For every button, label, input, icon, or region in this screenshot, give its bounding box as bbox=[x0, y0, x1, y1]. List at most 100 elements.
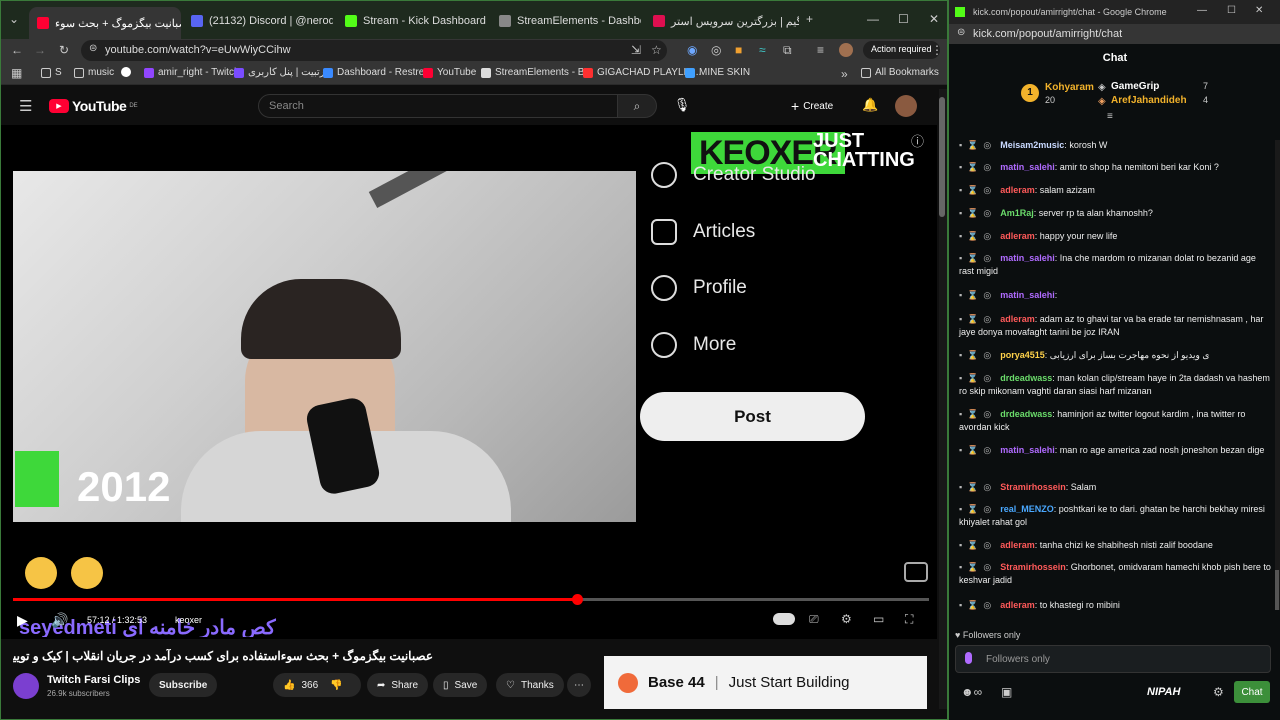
chat-username[interactable]: adleram bbox=[1000, 314, 1035, 324]
share-button[interactable]: ➦ Share bbox=[367, 673, 429, 697]
media-icon[interactable]: ≡ bbox=[817, 44, 824, 56]
subscribe-button[interactable]: Subscribe bbox=[149, 673, 218, 697]
mod-actions-icon[interactable]: ▪⌛◎ bbox=[959, 162, 996, 172]
extension-icon[interactable]: ≈ bbox=[759, 44, 766, 56]
mod-actions-icon[interactable]: ▪⌛◎ bbox=[959, 504, 996, 514]
minimize-icon[interactable]: — bbox=[867, 13, 879, 25]
avatar[interactable] bbox=[839, 43, 853, 57]
progress-scrubber[interactable] bbox=[572, 594, 583, 605]
nipah-logo[interactable]: NIPAH bbox=[1147, 686, 1180, 698]
search-input[interactable]: Search bbox=[258, 94, 618, 118]
new-tab-icon[interactable]: + bbox=[806, 13, 813, 25]
extension-icon[interactable]: ◎ bbox=[711, 44, 721, 56]
more-actions-button[interactable]: ⋯ bbox=[567, 673, 591, 697]
like-count[interactable]: 366 bbox=[301, 680, 318, 691]
window-close-icon[interactable]: ✕ bbox=[929, 13, 939, 25]
mod-actions-icon[interactable]: ▪⌛◎ bbox=[959, 409, 996, 419]
settings-gear-icon[interactable]: ⚙ bbox=[1213, 686, 1224, 698]
settings-gear-icon[interactable]: ⚙ bbox=[841, 613, 852, 625]
scrollbar-thumb[interactable] bbox=[1275, 570, 1279, 610]
expand-leaderboard-icon[interactable]: ≡ bbox=[1107, 112, 1113, 122]
autoplay-toggle[interactable] bbox=[773, 613, 795, 625]
address-bar[interactable]: ⊜ youtube.com/watch?v=eUwWiyCCihw ⇲ ☆ bbox=[81, 40, 667, 61]
mod-actions-icon[interactable]: ▪⌛◎ bbox=[959, 140, 996, 150]
apps-icon[interactable]: ▦ bbox=[11, 67, 22, 79]
extension-icon[interactable]: ■ bbox=[735, 44, 742, 56]
ad-banner[interactable]: Base 44 | Just Start Building bbox=[604, 656, 927, 709]
chat-username[interactable]: adleram bbox=[1000, 185, 1035, 195]
mod-actions-icon[interactable]: ▪⌛◎ bbox=[959, 562, 996, 572]
chat-scrollbar[interactable] bbox=[1275, 140, 1280, 610]
chat-username[interactable]: porya4515 bbox=[1000, 350, 1045, 360]
chat-username[interactable]: Am1Raj bbox=[1000, 208, 1034, 218]
tab-youtube[interactable]: عصبانیت بیگزموگ + بحث سوء ✕ bbox=[29, 7, 181, 39]
mod-actions-icon[interactable]: ▪⌛◎ bbox=[959, 540, 996, 550]
volume-icon[interactable]: 🔊 bbox=[51, 613, 68, 627]
bookmark-item[interactable]: Dashboard - Restre... bbox=[323, 67, 433, 78]
chat-username[interactable]: matin_salehi bbox=[1000, 290, 1055, 300]
fullscreen-icon[interactable]: ⛶ bbox=[905, 613, 913, 625]
notifications-bell-icon[interactable]: 🔔 bbox=[862, 98, 878, 111]
mod-actions-icon[interactable]: ▪⌛◎ bbox=[959, 373, 996, 383]
mod-actions-icon[interactable]: ▪⌛◎ bbox=[959, 290, 996, 300]
chapter-chip[interactable]: keoxer bbox=[175, 615, 202, 625]
hamburger-menu-icon[interactable]: ☰ bbox=[19, 99, 32, 114]
chat-username[interactable]: matin_salehi bbox=[1000, 445, 1055, 455]
thanks-button[interactable]: ♡ Thanks bbox=[496, 673, 564, 697]
maximize-icon[interactable]: ☐ bbox=[1227, 6, 1236, 16]
gift-icon[interactable]: ▣ bbox=[1001, 686, 1012, 698]
bookmark-item[interactable]: رتبیت | پنل کاربری bbox=[234, 67, 325, 78]
youtube-logo[interactable]: ▶ YouTube DE bbox=[49, 98, 138, 114]
mod-actions-icon[interactable]: ▪⌛◎ bbox=[959, 350, 996, 360]
tab-aparat[interactable]: آپارات گیم | بزرگترین سرویس استر ✕ bbox=[645, 9, 799, 33]
more-bookmarks-icon[interactable]: » bbox=[841, 68, 848, 80]
chat-username[interactable]: Meisam2music bbox=[1000, 140, 1064, 150]
subtitles-icon[interactable]: ⎚ bbox=[809, 613, 819, 625]
mod-actions-icon[interactable]: ▪⌛◎ bbox=[959, 208, 996, 218]
maximize-icon[interactable]: ☐ bbox=[898, 13, 909, 25]
back-icon[interactable]: ← bbox=[11, 44, 23, 56]
chat-username[interactable]: Stramirhossein bbox=[1000, 482, 1066, 492]
mod-actions-icon[interactable]: ▪⌛◎ bbox=[959, 600, 996, 610]
reload-icon[interactable]: ↻ bbox=[59, 44, 69, 56]
microphone-icon[interactable]: 🎙 bbox=[667, 97, 697, 115]
site-info-icon[interactable]: ⊜ bbox=[89, 44, 97, 54]
leader-name[interactable]: Kohyaram bbox=[1045, 82, 1094, 93]
kebab-menu-icon[interactable]: ⋮ bbox=[931, 44, 943, 56]
bookmark-item[interactable]: StreamElements - B... bbox=[481, 67, 593, 78]
chat-username[interactable]: real_MENZO bbox=[1000, 504, 1054, 514]
search-button[interactable]: ⌕ bbox=[617, 94, 657, 118]
action-required-button[interactable]: Action required bbox=[863, 41, 940, 59]
send-chat-button[interactable]: Chat bbox=[1234, 681, 1270, 703]
extension-icon[interactable]: ◉ bbox=[687, 44, 697, 56]
bookmark-item[interactable]: GIGACHAD PLAYLIS... bbox=[583, 67, 701, 78]
save-button[interactable]: ▯ Save bbox=[433, 673, 488, 697]
all-bookmarks-button[interactable]: All Bookmarks bbox=[861, 67, 939, 78]
chat-username[interactable]: drdeadwass bbox=[1000, 409, 1052, 419]
leader-name[interactable]: ArefJahandideh bbox=[1111, 95, 1187, 106]
tab-streamelements[interactable]: StreamElements - Dashboard ✕ bbox=[491, 9, 641, 33]
chat-username[interactable]: Stramirhossein bbox=[1000, 562, 1066, 572]
mod-actions-icon[interactable]: ▪⌛◎ bbox=[959, 231, 996, 241]
chat-username[interactable]: adleram bbox=[1000, 231, 1035, 241]
address-bar[interactable]: kick.com/popout/amirright/chat bbox=[949, 24, 1280, 44]
tab-search-icon[interactable]: ⌄ bbox=[9, 13, 19, 25]
user-avatar[interactable] bbox=[895, 95, 917, 117]
chat-username[interactable]: drdeadwass bbox=[1000, 373, 1052, 383]
bookmark-item[interactable]: YouTube bbox=[423, 67, 476, 78]
create-button[interactable]: + Create bbox=[791, 98, 833, 114]
minimize-icon[interactable]: — bbox=[1197, 6, 1207, 16]
channel-avatar[interactable] bbox=[13, 673, 39, 699]
bookmark-item[interactable]: MINE SKIN bbox=[685, 67, 750, 78]
thumbs-down-icon[interactable]: 👎 bbox=[330, 680, 342, 691]
chat-username[interactable]: adleram bbox=[1000, 600, 1035, 610]
bookmark-item[interactable]: music bbox=[74, 67, 114, 78]
emote-picker-icon[interactable]: ☻∞ bbox=[961, 686, 982, 698]
site-info-icon[interactable]: ⊜ bbox=[957, 28, 965, 38]
info-icon[interactable]: ⓘ bbox=[911, 135, 924, 148]
bookmark-item[interactable]: amir_right - Twitch bbox=[144, 67, 240, 78]
channel-name[interactable]: Twitch Farsi Clips bbox=[47, 674, 140, 686]
chat-input[interactable]: Followers only bbox=[955, 645, 1271, 673]
install-icon[interactable]: ⇲ bbox=[631, 44, 641, 56]
thumbs-up-icon[interactable]: 👍 bbox=[283, 680, 295, 691]
